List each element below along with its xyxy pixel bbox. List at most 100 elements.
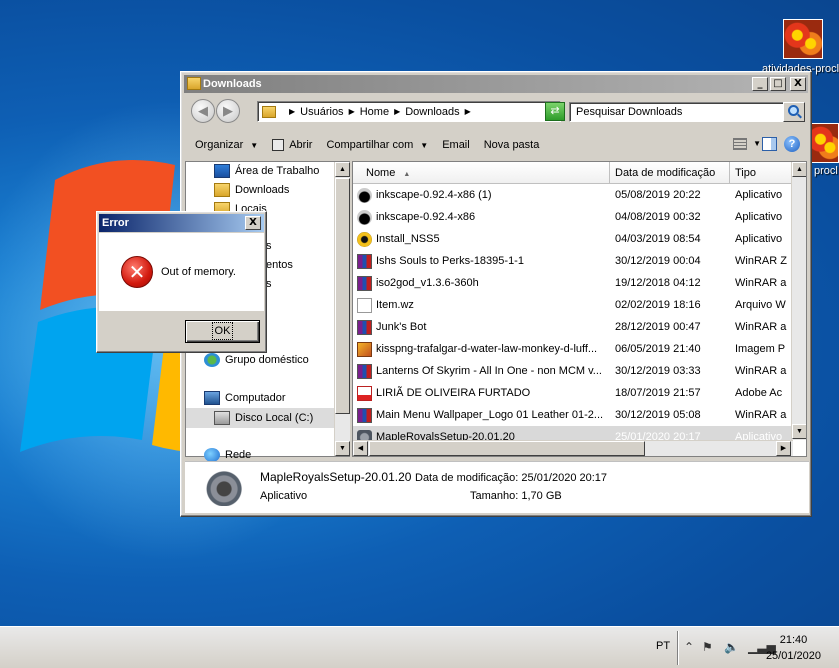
file-icon (357, 297, 372, 313)
nav-item-downloads[interactable]: Downloads (214, 183, 289, 197)
file-date-cell: 30/12/2019 05:08 (615, 409, 701, 421)
file-name-cell: Ishs Souls to Perks-18395-1-1 (353, 253, 610, 269)
show-hidden-icons-icon[interactable]: ⌃ (684, 640, 694, 654)
scroll-thumb[interactable] (335, 178, 350, 414)
desktop-image-icon[interactable] (783, 19, 823, 59)
nav-scrollbar[interactable]: ▲ ▼ (334, 162, 350, 456)
file-name: iso2god_v1.3.6-360h (376, 277, 479, 289)
file-name-cell: Install_NSS5 (353, 231, 610, 247)
view-options-icon[interactable] (733, 138, 747, 150)
file-name-cell: Lanterns Of Skyrim - All In One - non MC… (353, 363, 610, 379)
file-name: LIRIÃ DE OLIVEIRA FURTADO (376, 387, 531, 399)
file-row[interactable]: inkscape-0.92.4-x86 04/08/2019 00:32 Aplic… (353, 206, 793, 228)
ok-button[interactable]: OK (185, 320, 260, 343)
desktop-image-icon[interactable] (810, 123, 839, 163)
chevron-right-icon: ▶ (348, 107, 355, 116)
volume-icon[interactable]: 🔈 (724, 640, 739, 654)
nav-item-local-disk[interactable]: Disco Local (C:) (186, 408, 335, 428)
error-dialog: Error X ✕ Out of memory. OK (96, 211, 267, 353)
file-list-scrollbar[interactable]: ▲ ▼ (791, 162, 806, 440)
open-icon (272, 139, 285, 151)
chevron-down-icon: ▼ (250, 140, 259, 150)
column-header-modified[interactable]: Data de modificação (610, 162, 730, 184)
scroll-down-button[interactable]: ▼ (792, 424, 806, 439)
open-label: Abrir (289, 139, 313, 151)
file-row[interactable]: Main Menu Wallpaper_Logo 01 Leather 01-2… (353, 404, 793, 426)
file-row[interactable]: LIRIÃ DE OLIVEIRA FURTADO 18/07/2019 21:5… (353, 382, 793, 404)
clock[interactable]: 21:40 25/01/2020 (766, 632, 821, 664)
search-input[interactable]: Pesquisar Downloads (569, 102, 791, 122)
minimize-button[interactable]: _ (752, 77, 768, 91)
scroll-left-button[interactable]: ◀ (353, 441, 368, 456)
breadcrumb-downloads[interactable]: Downloads (405, 106, 459, 118)
chevron-down-icon[interactable]: ▼ (753, 139, 761, 148)
file-type-cell: Aplicativo (735, 189, 783, 201)
address-bar[interactable]: ▶ Usuários ▶ Home ▶ Downloads ▶ ▼ (257, 101, 561, 122)
preview-pane-icon[interactable] (762, 137, 777, 151)
dialog-titlebar[interactable]: Error X (99, 214, 264, 232)
refresh-button[interactable]: ⇄ (545, 102, 565, 121)
nav-label: Grupo doméstico (225, 354, 309, 366)
file-name-cell: iso2god_v1.3.6-360h (353, 275, 610, 291)
file-row[interactable]: Lanterns Of Skyrim - All In One - non MC… (353, 360, 793, 382)
nav-item-network[interactable]: Rede (204, 448, 251, 462)
breadcrumb-usuarios[interactable]: Usuários (300, 106, 343, 118)
open-button[interactable]: Abrir (265, 139, 319, 151)
tray-divider (677, 631, 679, 665)
inkscape-icon (357, 187, 372, 203)
file-name: Junk's Bot (376, 321, 427, 333)
explorer-window: Downloads _ □ X ◀ ▶ ▶ Usuários ▶ Home ▶ … (180, 71, 812, 517)
column-header-name[interactable]: Nome ▲ (353, 162, 610, 184)
nav-label: Disco Local (C:) (235, 412, 314, 424)
nav-item-partial[interactable]: entos (266, 259, 293, 271)
email-button[interactable]: Email (435, 139, 477, 151)
nav-item-homegroup[interactable]: Grupo doméstico (204, 353, 309, 367)
file-date-cell: 04/08/2019 00:32 (615, 211, 701, 223)
back-button[interactable]: ◀ (191, 99, 215, 123)
clock-time: 21:40 (779, 634, 808, 646)
file-row[interactable]: Item.wz 02/02/2019 18:16 Arquivo W (353, 294, 793, 316)
forward-button[interactable]: ▶ (216, 99, 240, 123)
file-row[interactable]: Install_NSS5 04/03/2019 08:54 Aplicativo (353, 228, 793, 250)
file-row[interactable]: Junk's Bot 28/12/2019 00:47 WinRAR a (353, 316, 793, 338)
file-name-cell: inkscape-0.92.4-x86 (1) (353, 187, 610, 203)
organize-button[interactable]: Organizar ▼ (185, 139, 265, 151)
file-name-cell: Main Menu Wallpaper_Logo 01 Leather 01-2… (353, 407, 610, 423)
pdf-icon (357, 385, 372, 401)
scroll-up-button[interactable]: ▲ (792, 162, 806, 177)
file-row[interactable]: kisspng-trafalgar-d-water-law-monkey-d-l… (353, 338, 793, 360)
share-button[interactable]: Compartilhar com ▼ (319, 139, 435, 151)
file-type-cell: WinRAR a (735, 321, 787, 333)
file-row[interactable]: inkscape-0.92.4-x86 (1) 05/08/2019 20:22 A… (353, 184, 793, 206)
language-indicator[interactable]: PT (656, 640, 670, 652)
nav-item-desktop[interactable]: Área de Trabalho (214, 164, 319, 178)
close-button[interactable]: X (790, 77, 806, 91)
network-icon (204, 448, 220, 462)
inkscape-icon (357, 209, 372, 225)
help-icon[interactable]: ? (784, 136, 800, 152)
scroll-down-button[interactable]: ▼ (335, 441, 350, 456)
new-folder-button[interactable]: Nova pasta (477, 139, 547, 151)
error-message: Out of memory. (161, 266, 236, 278)
desktop-icon (214, 164, 230, 178)
installer-icon (357, 231, 372, 247)
scroll-up-button[interactable]: ▲ (335, 162, 350, 177)
dialog-close-button[interactable]: X (245, 216, 261, 230)
column-header-type[interactable]: Tipo (730, 162, 793, 184)
scroll-thumb[interactable] (369, 441, 645, 456)
details-modified: Data de modificação: 25/01/2020 20:17 (415, 472, 607, 484)
file-row[interactable]: iso2god_v1.3.6-360h 19/12/2018 04:12 WinRA… (353, 272, 793, 294)
command-toolbar: Organizar ▼ Abrir Compartilhar com ▼ Ema… (185, 131, 807, 159)
action-center-icon[interactable]: ⚑ (702, 640, 713, 654)
breadcrumb-home[interactable]: Home (360, 106, 389, 118)
header-label: Nome (366, 167, 396, 179)
file-type-cell: Aplicativo (735, 211, 783, 223)
maximize-button[interactable]: □ (770, 77, 786, 91)
nav-item-computer[interactable]: Computador (204, 391, 286, 405)
window-titlebar[interactable]: Downloads _ □ X (184, 75, 808, 93)
file-type-cell: Aplicativo (735, 233, 783, 245)
file-list-hscrollbar[interactable]: ◀ ▶ (353, 440, 793, 456)
file-row[interactable]: Ishs Souls to Perks-18395-1-1 30/12/2019 … (353, 250, 793, 272)
scroll-right-button[interactable]: ▶ (776, 441, 791, 456)
search-button[interactable] (783, 102, 805, 122)
